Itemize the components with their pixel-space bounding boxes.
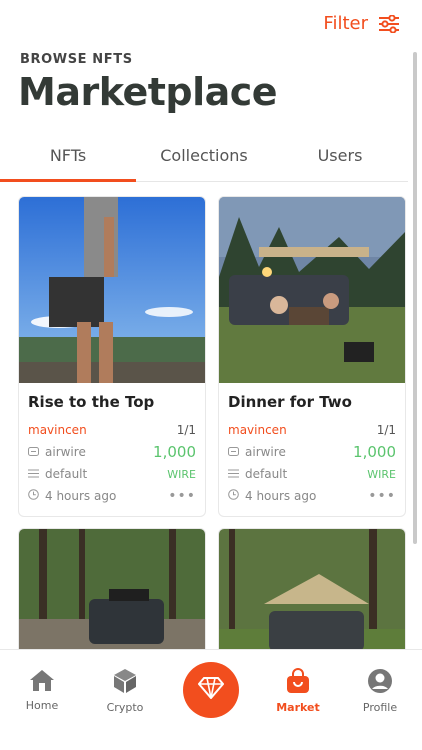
price-value: 1,000 <box>153 443 196 461</box>
tab-nfts[interactable]: NFTs <box>0 138 136 182</box>
nft-image <box>19 197 205 383</box>
currency-label: WIRE <box>167 467 196 481</box>
nft-title: Dinner for Two <box>228 393 352 411</box>
nft-image <box>219 197 405 383</box>
page-subtitle: BROWSE NFTS <box>20 52 133 67</box>
tab-users[interactable]: Users <box>272 138 408 181</box>
sliders-icon <box>378 14 400 33</box>
list-icon <box>28 467 39 481</box>
list-icon <box>228 467 239 481</box>
chain-name: airwire <box>245 445 286 459</box>
cube-icon <box>112 669 138 697</box>
time-ago: 4 hours ago <box>245 489 317 503</box>
nav-market[interactable]: Market <box>263 668 333 714</box>
diamond-icon <box>197 677 225 703</box>
clock-icon <box>228 489 239 503</box>
shopping-bag-icon <box>286 668 310 697</box>
home-icon <box>29 670 55 695</box>
filter-label: Filter <box>323 13 368 34</box>
nav-profile[interactable]: Profile <box>345 668 415 714</box>
tab-collections[interactable]: Collections <box>136 138 272 181</box>
filter-button[interactable]: Filter <box>323 13 400 34</box>
nav-crypto-label: Crypto <box>106 701 144 714</box>
edition-count: 1/1 <box>176 423 196 437</box>
scrollbar[interactable] <box>413 52 417 544</box>
nav-home-label: Home <box>25 699 59 712</box>
creator-link[interactable]: mavincen <box>28 423 87 437</box>
currency-label: WIRE <box>367 467 396 481</box>
center-action-button[interactable] <box>183 662 239 718</box>
top-bar: Filter <box>0 0 422 48</box>
page-title: Marketplace <box>18 70 278 114</box>
clock-icon <box>28 489 39 503</box>
nav-home[interactable]: Home <box>7 668 77 712</box>
user-icon <box>367 669 393 697</box>
edition-count: 1/1 <box>376 423 396 437</box>
chain-icon <box>228 445 239 459</box>
more-options-icon[interactable]: ••• <box>168 488 196 504</box>
chain-icon <box>28 445 39 459</box>
nft-card[interactable]: Rise to the Top mavincen 1/1 airwire 1,0… <box>18 196 206 517</box>
nav-profile-label: Profile <box>362 701 398 714</box>
chain-name: airwire <box>45 445 86 459</box>
more-options-icon[interactable]: ••• <box>368 488 396 504</box>
tab-bar: NFTs Collections Users <box>0 138 408 182</box>
nav-market-label: Market <box>276 701 320 714</box>
nft-title: Rise to the Top <box>28 393 155 411</box>
time-ago: 4 hours ago <box>45 489 117 503</box>
bottom-nav: Home Crypto Market Profile <box>0 649 422 750</box>
nav-crypto[interactable]: Crypto <box>90 668 160 714</box>
creator-link[interactable]: mavincen <box>228 423 287 437</box>
price-value: 1,000 <box>353 443 396 461</box>
collection-name: default <box>245 467 288 481</box>
nft-card[interactable]: Dinner for Two mavincen 1/1 airwire 1,00… <box>218 196 406 517</box>
collection-name: default <box>45 467 88 481</box>
